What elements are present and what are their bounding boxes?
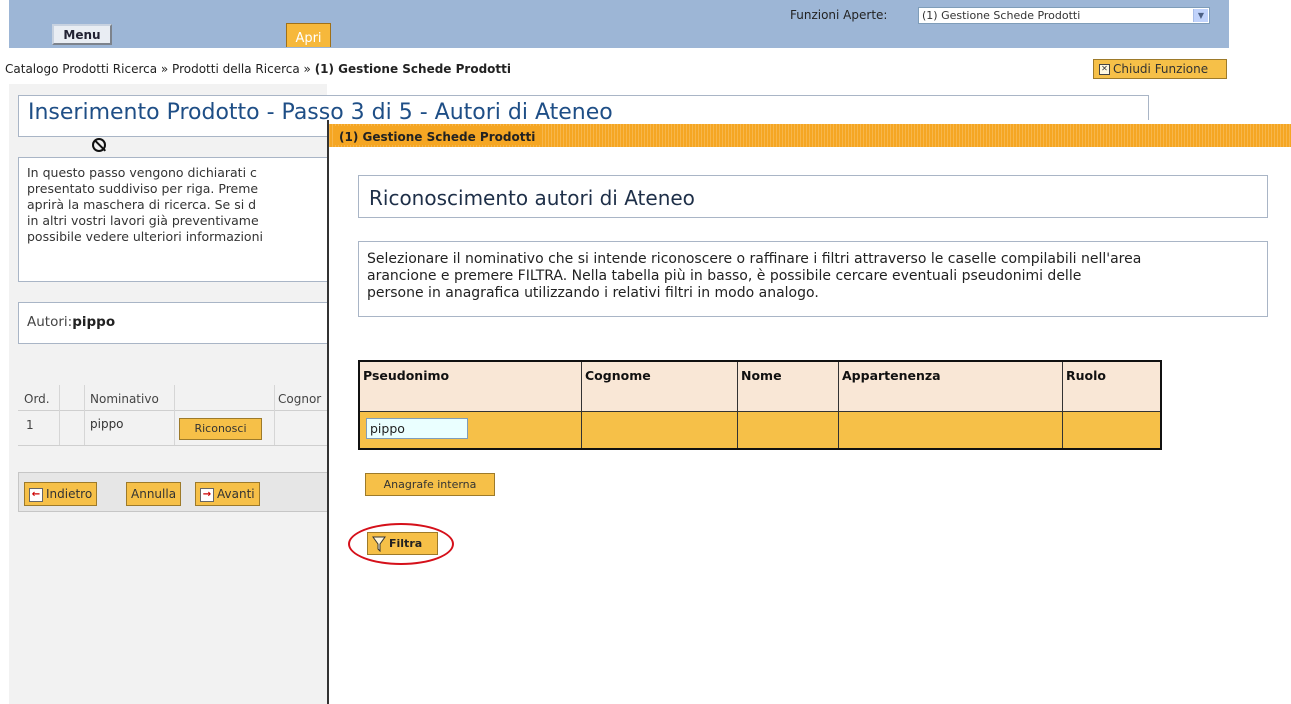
column-divider [59, 385, 60, 445]
intro-line: possibile vedere ulteriori informazioni [27, 229, 263, 244]
apri-button[interactable]: Apri [286, 23, 331, 47]
filter-cell-cognome[interactable] [582, 412, 738, 448]
intro-line: aprirà la maschera di ricerca. Se si d [27, 197, 257, 212]
row-ord: 1 [26, 418, 34, 432]
row-nominativo: pippo [90, 417, 124, 431]
riconosci-button[interactable]: Riconosci [179, 418, 262, 440]
highlight-ring [348, 523, 454, 565]
column-divider [174, 385, 175, 445]
intro-line: presentato suddiviso per riga. Preme [27, 181, 259, 196]
column-divider [274, 385, 275, 445]
cancel-label: Annulla [131, 487, 177, 501]
table-divider [18, 445, 328, 446]
cancel-button[interactable]: Annulla [126, 482, 182, 506]
next-page-icon: → [200, 487, 214, 502]
menu-button[interactable]: Menu [52, 24, 112, 45]
breadcrumb: Catalogo Prodotti Ricerca » Prodotti del… [5, 62, 511, 76]
anagrafe-interna-button[interactable]: Anagrafe interna [365, 473, 495, 496]
close-function-button[interactable]: ✕ Chiudi Funzione [1093, 59, 1227, 79]
back-label: Indietro [46, 487, 93, 501]
intro-line: In questo passo vengono dichiarati c [27, 165, 257, 180]
not-allowed-cursor-icon [92, 138, 106, 152]
authors-label-text: Autori: [27, 314, 73, 330]
popup-title-wrap: (1) Gestione Schede Prodotti [333, 126, 542, 145]
table-divider [18, 410, 328, 411]
close-function-label: Chiudi Funzione [1113, 62, 1209, 76]
popup-heading: Riconoscimento autori di Ateneo [369, 186, 695, 210]
breadcrumb-current: (1) Gestione Schede Prodotti [314, 62, 511, 76]
popup-title: (1) Gestione Schede Prodotti [339, 130, 536, 144]
breadcrumb-path[interactable]: Catalogo Prodotti Ricerca » Prodotti del… [5, 62, 315, 76]
grid-header-nome: Nome [738, 362, 839, 412]
next-label: Avanti [217, 487, 255, 501]
grid-header-ruolo: Ruolo [1063, 362, 1160, 412]
popup-description-line: arancione e premere FILTRA. Nella tabell… [367, 268, 1082, 284]
authors-value: pippo [72, 314, 116, 330]
open-functions-select[interactable]: (1) Gestione Schede Prodotti ▼ [918, 7, 1210, 24]
column-header-cognome: Cognor [278, 392, 322, 406]
grid-header-appartenenza: Appartenenza [839, 362, 1063, 412]
filter-cell-ruolo[interactable] [1063, 412, 1160, 448]
open-functions-label: Funzioni Aperte: [790, 8, 888, 22]
pseudonimo-filter-input[interactable]: pippo [366, 418, 468, 439]
filter-grid: Pseudonimo Cognome Nome Appartenenza Ruo… [358, 360, 1162, 450]
filter-cell-appartenenza[interactable] [839, 412, 1063, 448]
next-button[interactable]: → Avanti [195, 482, 260, 506]
intro-line: in altri vostri lavori già preventivame [27, 213, 259, 228]
back-page-icon: ← [29, 487, 43, 502]
back-button[interactable]: ← Indietro [24, 482, 98, 506]
chevron-down-icon[interactable]: ▼ [1193, 9, 1208, 22]
popup-description-line: Selezionare il nominativo che si intende… [367, 251, 1142, 267]
filter-cell-nome[interactable] [738, 412, 839, 448]
authors-label: Autori:pippo [27, 314, 115, 330]
open-functions-value: (1) Gestione Schede Prodotti [922, 9, 1081, 22]
popup-description-line: persone in anagrafica utilizzando i rela… [367, 285, 819, 301]
grid-header-cognome: Cognome [582, 362, 738, 412]
column-divider [84, 385, 85, 445]
close-icon: ✕ [1099, 64, 1110, 75]
grid-header-pseudonimo: Pseudonimo [360, 362, 582, 412]
column-header-nominativo: Nominativo [90, 392, 159, 406]
column-header-ord: Ord. [24, 392, 50, 406]
